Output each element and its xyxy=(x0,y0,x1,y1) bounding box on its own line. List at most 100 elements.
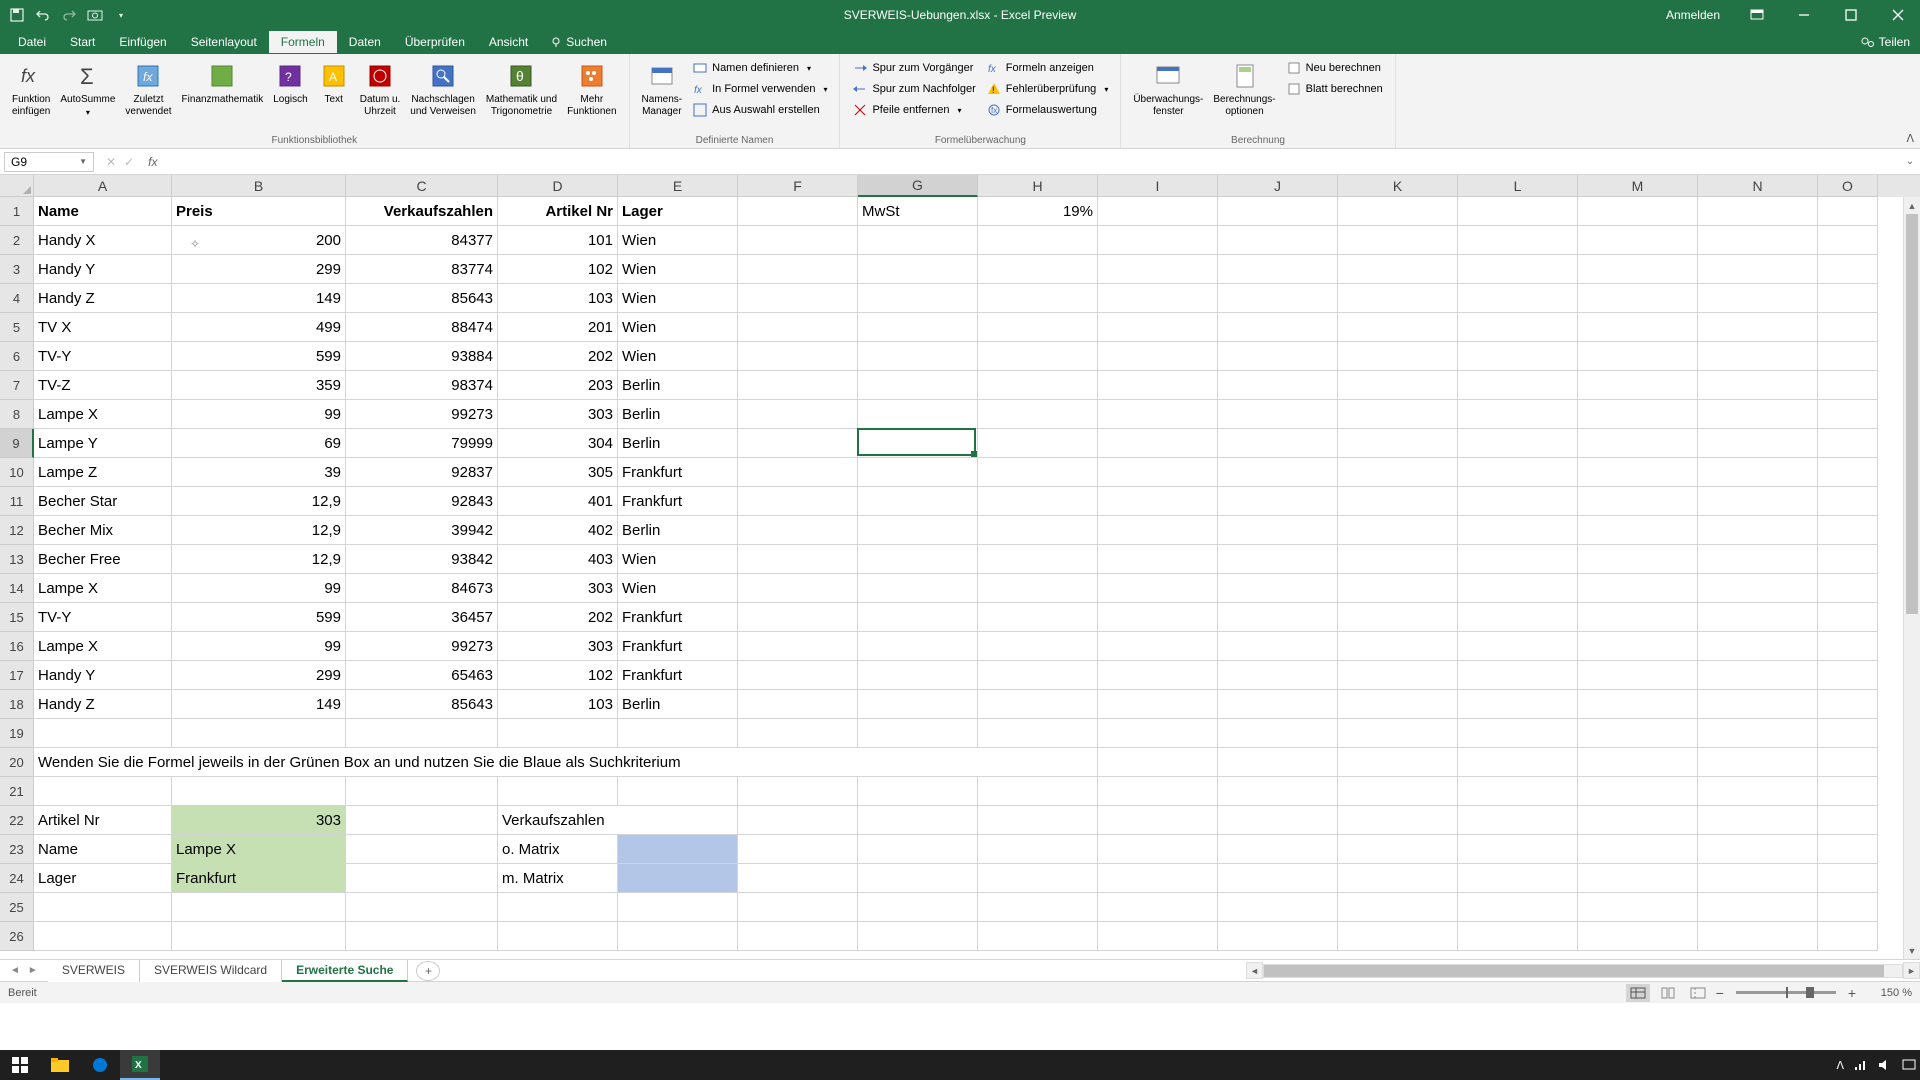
cell-G9[interactable] xyxy=(858,429,978,458)
cell-J5[interactable] xyxy=(1218,313,1338,342)
column-header-L[interactable]: L xyxy=(1458,175,1578,197)
cell-E13[interactable]: Wien xyxy=(618,545,738,574)
cell-I2[interactable] xyxy=(1098,226,1218,255)
cell-D24[interactable]: m. Matrix xyxy=(498,864,618,893)
cell-F6[interactable] xyxy=(738,342,858,371)
cell-A11[interactable]: Becher Star xyxy=(34,487,172,516)
cell-M2[interactable] xyxy=(1578,226,1698,255)
cell-M19[interactable] xyxy=(1578,719,1698,748)
cell-J24[interactable] xyxy=(1218,864,1338,893)
cell-D22[interactable]: Verkaufszahlen xyxy=(498,806,738,835)
cell-G6[interactable] xyxy=(858,342,978,371)
cell-N17[interactable] xyxy=(1698,661,1818,690)
cell-M4[interactable] xyxy=(1578,284,1698,313)
column-header-M[interactable]: M xyxy=(1578,175,1698,197)
cell-O19[interactable] xyxy=(1818,719,1878,748)
hscroll-right-icon[interactable]: ► xyxy=(1903,962,1920,979)
cell-K3[interactable] xyxy=(1338,255,1458,284)
cell-E21[interactable] xyxy=(618,777,738,806)
cell-O26[interactable] xyxy=(1818,922,1878,951)
tab-daten[interactable]: Daten xyxy=(337,31,393,53)
cell-C17[interactable]: 65463 xyxy=(346,661,498,690)
excel-taskbar-icon[interactable]: X xyxy=(120,1050,160,1080)
cell-D17[interactable]: 102 xyxy=(498,661,618,690)
cell-A13[interactable]: Becher Free xyxy=(34,545,172,574)
row-header-25[interactable]: 25 xyxy=(0,893,34,922)
name-manager-button[interactable]: Namens- Manager xyxy=(638,58,687,120)
cell-K11[interactable] xyxy=(1338,487,1458,516)
cell-I4[interactable] xyxy=(1098,284,1218,313)
cell-B11[interactable]: 12,9 xyxy=(172,487,346,516)
cell-N25[interactable] xyxy=(1698,893,1818,922)
cell-H12[interactable] xyxy=(978,516,1098,545)
cell-L16[interactable] xyxy=(1458,632,1578,661)
cell-J20[interactable] xyxy=(1218,748,1338,777)
cell-C7[interactable]: 98374 xyxy=(346,371,498,400)
cell-G18[interactable] xyxy=(858,690,978,719)
tab-seitenlayout[interactable]: Seitenlayout xyxy=(179,31,269,53)
cell-O1[interactable] xyxy=(1818,197,1878,226)
cell-A20[interactable]: Wenden Sie die Formel jeweils in der Grü… xyxy=(34,748,1098,777)
cell-K13[interactable] xyxy=(1338,545,1458,574)
cell-E5[interactable]: Wien xyxy=(618,313,738,342)
network-icon[interactable] xyxy=(1854,1059,1868,1071)
cell-I19[interactable] xyxy=(1098,719,1218,748)
cell-M13[interactable] xyxy=(1578,545,1698,574)
cell-I6[interactable] xyxy=(1098,342,1218,371)
cell-D14[interactable]: 303 xyxy=(498,574,618,603)
row-header-13[interactable]: 13 xyxy=(0,545,34,574)
cell-O18[interactable] xyxy=(1818,690,1878,719)
hscroll-left-icon[interactable]: ◄ xyxy=(1246,962,1263,979)
watch-window-button[interactable]: Überwachungs- fenster xyxy=(1129,58,1207,120)
cell-I5[interactable] xyxy=(1098,313,1218,342)
remove-arrows-button[interactable]: Pfeile entfernen▾ xyxy=(848,100,979,120)
cell-D21[interactable] xyxy=(498,777,618,806)
cell-N12[interactable] xyxy=(1698,516,1818,545)
scroll-thumb[interactable] xyxy=(1906,214,1918,614)
cell-M18[interactable] xyxy=(1578,690,1698,719)
cell-O20[interactable] xyxy=(1818,748,1878,777)
cell-H7[interactable] xyxy=(978,371,1098,400)
tab-formeln[interactable]: Formeln xyxy=(269,31,337,53)
cell-C18[interactable]: 85643 xyxy=(346,690,498,719)
cell-G23[interactable] xyxy=(858,835,978,864)
cell-O5[interactable] xyxy=(1818,313,1878,342)
tab-einfügen[interactable]: Einfügen xyxy=(107,31,178,53)
column-header-F[interactable]: F xyxy=(738,175,858,197)
cell-D15[interactable]: 202 xyxy=(498,603,618,632)
cell-C16[interactable]: 99273 xyxy=(346,632,498,661)
cell-K16[interactable] xyxy=(1338,632,1458,661)
cell-A10[interactable]: Lampe Z xyxy=(34,458,172,487)
cell-J12[interactable] xyxy=(1218,516,1338,545)
select-all-button[interactable] xyxy=(0,175,34,197)
cell-J6[interactable] xyxy=(1218,342,1338,371)
cell-H3[interactable] xyxy=(978,255,1098,284)
cell-K21[interactable] xyxy=(1338,777,1458,806)
tab-datei[interactable]: Datei xyxy=(6,31,58,53)
row-header-10[interactable]: 10 xyxy=(0,458,34,487)
cell-J13[interactable] xyxy=(1218,545,1338,574)
start-button[interactable] xyxy=(0,1050,40,1080)
cell-K4[interactable] xyxy=(1338,284,1458,313)
cell-D9[interactable]: 304 xyxy=(498,429,618,458)
cell-H2[interactable] xyxy=(978,226,1098,255)
cell-D5[interactable]: 201 xyxy=(498,313,618,342)
cell-A14[interactable]: Lampe X xyxy=(34,574,172,603)
cell-H22[interactable] xyxy=(978,806,1098,835)
cell-N22[interactable] xyxy=(1698,806,1818,835)
cell-B13[interactable]: 12,9 xyxy=(172,545,346,574)
cell-C2[interactable]: 84377 xyxy=(346,226,498,255)
autosum-button[interactable]: ΣAutoSumme▾ xyxy=(56,58,119,120)
cell-A1[interactable]: Name xyxy=(34,197,172,226)
cell-A19[interactable] xyxy=(34,719,172,748)
create-from-selection-button[interactable]: Aus Auswahl erstellen xyxy=(688,100,831,120)
cell-M22[interactable] xyxy=(1578,806,1698,835)
tray-chevron-icon[interactable]: ᐱ xyxy=(1836,1059,1844,1072)
cell-A2[interactable]: Handy X xyxy=(34,226,172,255)
cell-H24[interactable] xyxy=(978,864,1098,893)
lookup-button[interactable]: Nachschlagen und Verweisen xyxy=(406,58,480,120)
cell-L20[interactable] xyxy=(1458,748,1578,777)
fx-icon[interactable]: fx xyxy=(142,155,163,169)
cell-C4[interactable]: 85643 xyxy=(346,284,498,313)
cell-N6[interactable] xyxy=(1698,342,1818,371)
